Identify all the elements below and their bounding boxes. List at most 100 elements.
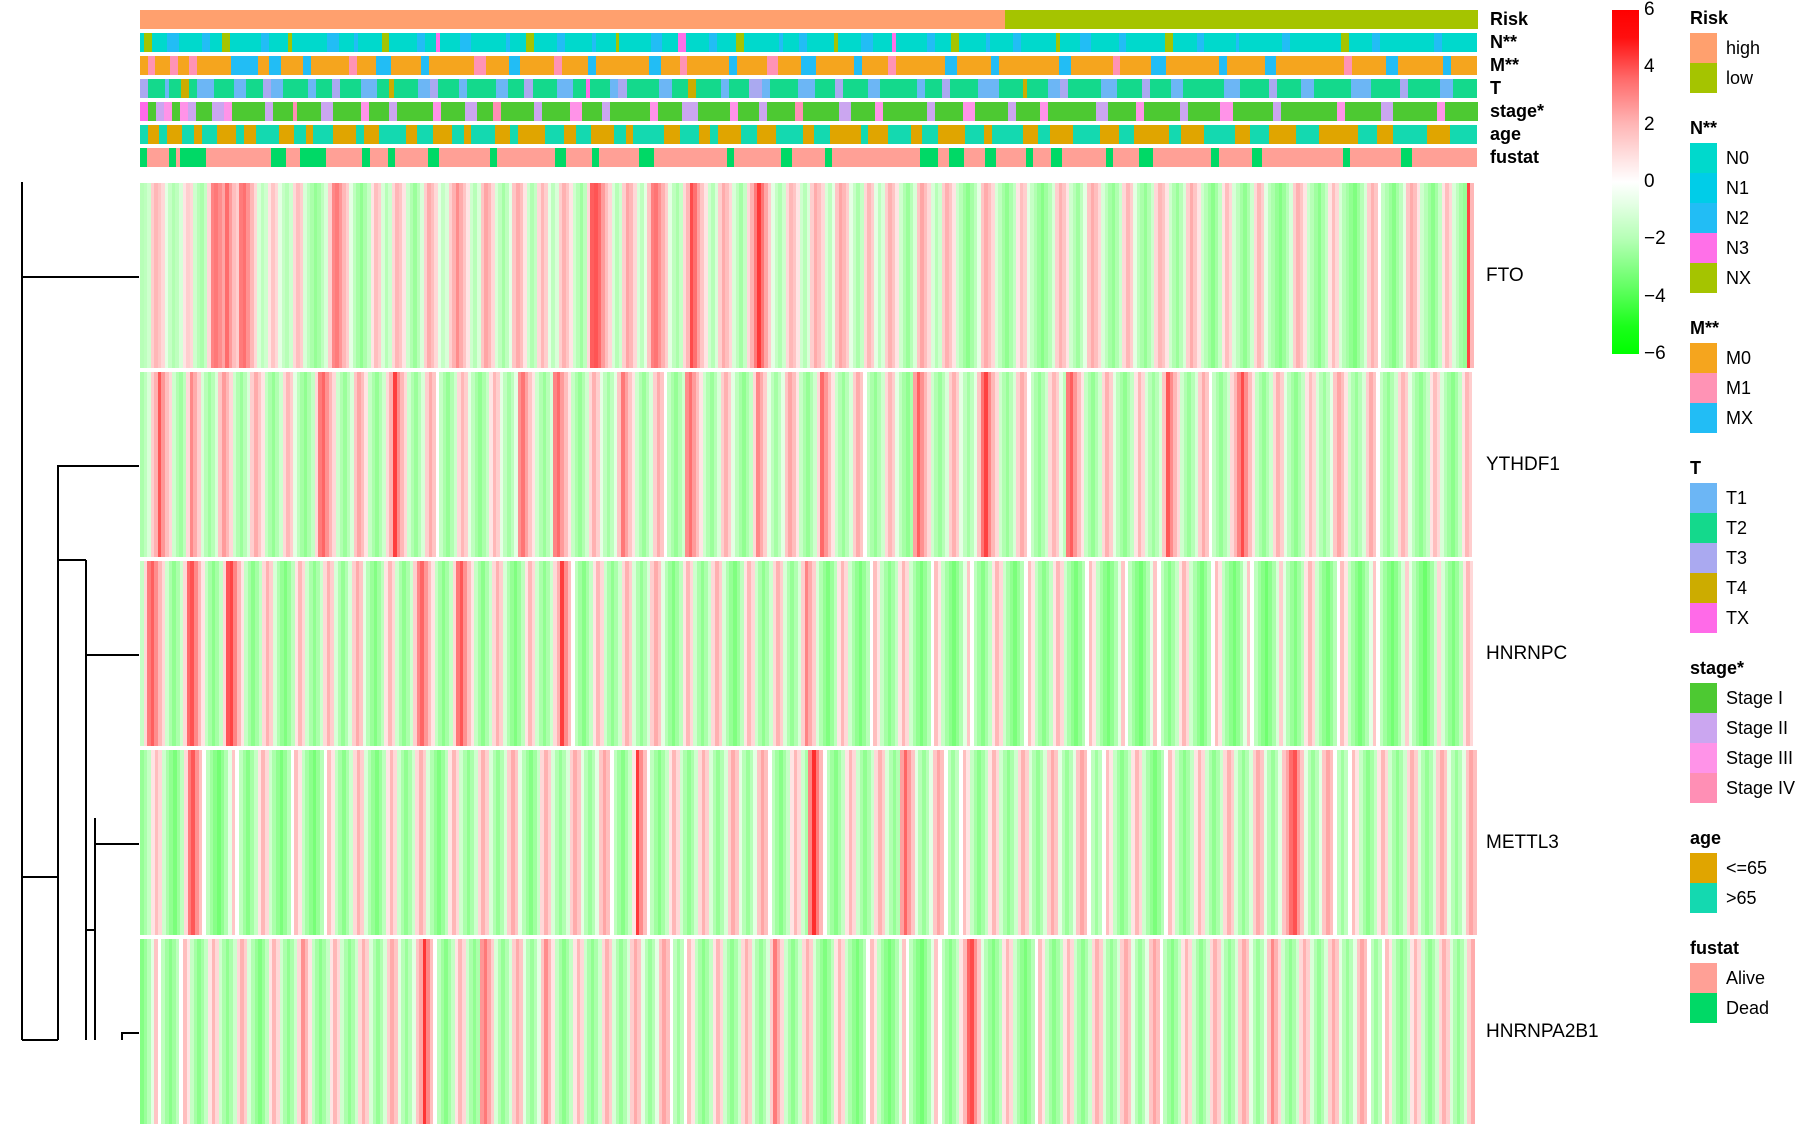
annotation-cell (775, 125, 803, 144)
annotation-cell (1450, 125, 1478, 144)
annotation-cell (798, 33, 807, 52)
annotation-cell (1038, 125, 1050, 144)
legend-label: N0 (1726, 147, 1750, 168)
legend-swatch (1690, 483, 1717, 513)
annotation-cell (589, 79, 611, 98)
annotation-cell (1336, 102, 1345, 121)
legend-item[interactable]: Stage III (1690, 743, 1798, 773)
annotation-cell (563, 125, 576, 144)
annotation-cell (1107, 102, 1137, 121)
annotation-cell (569, 102, 582, 121)
annotation-cell (338, 33, 355, 52)
legend-item[interactable]: Stage I (1690, 683, 1798, 713)
legend-item[interactable]: low (1690, 63, 1798, 93)
annotation-cell (178, 33, 203, 52)
gene-label-hnrnpc: HNRNPC (1486, 642, 1568, 664)
annotation-cell (991, 56, 999, 75)
legend-item[interactable]: T3 (1690, 543, 1798, 573)
legend-item[interactable]: >65 (1690, 883, 1798, 913)
annotation-cell (698, 125, 711, 144)
annotation-cell (377, 79, 390, 98)
annotation-cell (1280, 102, 1337, 121)
legend-item[interactable]: Stage IV (1690, 773, 1798, 803)
legend-item[interactable]: NX (1690, 263, 1798, 293)
annotation-row-age (140, 125, 1478, 144)
annotation-cell (1095, 102, 1108, 121)
annotation-cell (508, 56, 520, 75)
annotation-cell (778, 56, 802, 75)
annotation-cell (1112, 56, 1121, 75)
annotation-cell (1180, 125, 1204, 144)
legend-label: Stage IV (1726, 777, 1796, 798)
legend-item[interactable]: T2 (1690, 513, 1798, 543)
annotation-cell (285, 148, 301, 167)
legend-item[interactable]: N1 (1690, 173, 1798, 203)
annotation-cell (224, 102, 233, 121)
legend-item[interactable]: MX (1690, 403, 1798, 433)
annotation-cell (1138, 148, 1154, 167)
legend-title: stage* (1690, 658, 1745, 678)
heatmap-cell (1471, 939, 1475, 1124)
annotation-cell (305, 125, 314, 144)
legend-item[interactable]: Stage II (1690, 713, 1798, 743)
annotation-cell (964, 125, 985, 144)
annotation-cell (985, 148, 997, 167)
annotation-cell (1348, 33, 1372, 52)
annotation-cell (734, 148, 782, 167)
heatmap-cell (1469, 561, 1474, 746)
annotation-cell (927, 102, 936, 121)
heatmap-figure: Risk N** M** Tstage* age fustat FTO YTHDF1 HNRN… (0, 0, 1798, 1129)
legend-item[interactable]: Dead (1690, 993, 1798, 1023)
annotation-cell (170, 56, 178, 75)
annotation-cell (332, 79, 341, 98)
annotation-cell (294, 125, 306, 144)
annotation-cell (1113, 148, 1139, 167)
legend-item[interactable]: N2 (1690, 203, 1798, 233)
annotation-cell (417, 125, 433, 144)
annotation-cell (685, 33, 710, 52)
legend-item[interactable]: Alive (1690, 963, 1798, 993)
annotation-cell (922, 125, 938, 144)
annotation-cell (495, 79, 509, 98)
legend-label: >65 (1726, 887, 1757, 908)
heatmap-cell (1470, 183, 1474, 368)
annotation-cell (231, 56, 258, 75)
heatmap-cell (1468, 372, 1473, 557)
legend-item[interactable]: high (1690, 33, 1798, 63)
annotation-cell (1344, 102, 1382, 121)
annotation-cell (148, 79, 165, 98)
annotation-cell (829, 125, 861, 144)
annotation-cell (1450, 56, 1478, 75)
legend-item[interactable]: TX (1690, 603, 1798, 633)
legend-item[interactable]: N0 (1690, 143, 1798, 173)
annotation-cell (300, 148, 326, 167)
legend-item[interactable]: T1 (1690, 483, 1798, 513)
annotation-cell (363, 125, 379, 144)
legend-item[interactable]: M0 (1690, 343, 1798, 373)
annotation-cell (143, 33, 152, 52)
annotation-cell (1250, 125, 1270, 144)
annotation-cell (978, 79, 999, 98)
annotation-cell (167, 33, 179, 52)
annotation-cell (180, 79, 190, 98)
annotation-cell (193, 125, 202, 144)
annotation-cell (418, 79, 431, 98)
heatmap-row-hnrnpc (140, 561, 1478, 746)
legend-item[interactable]: <=65 (1690, 853, 1798, 883)
annotation-cell (148, 102, 157, 121)
annotation-cell (477, 102, 494, 121)
legend-item[interactable]: N3 (1690, 233, 1798, 263)
annotation-cell (232, 102, 265, 121)
annotation-cell (362, 148, 370, 167)
annotation-cell (1047, 79, 1061, 98)
annotation-cell (875, 102, 884, 121)
legend-item[interactable]: M1 (1690, 373, 1798, 403)
annotation-cell (180, 102, 189, 121)
annotation-cell (1442, 33, 1478, 52)
annotation-cell (1440, 79, 1453, 98)
annotation-cell (998, 56, 1060, 75)
annotation-cell (816, 56, 855, 75)
annotation-cell (1443, 56, 1451, 75)
legend-group-fustat: fustat Alive Dead (1690, 938, 1798, 1023)
legend-item[interactable]: T4 (1690, 573, 1798, 603)
